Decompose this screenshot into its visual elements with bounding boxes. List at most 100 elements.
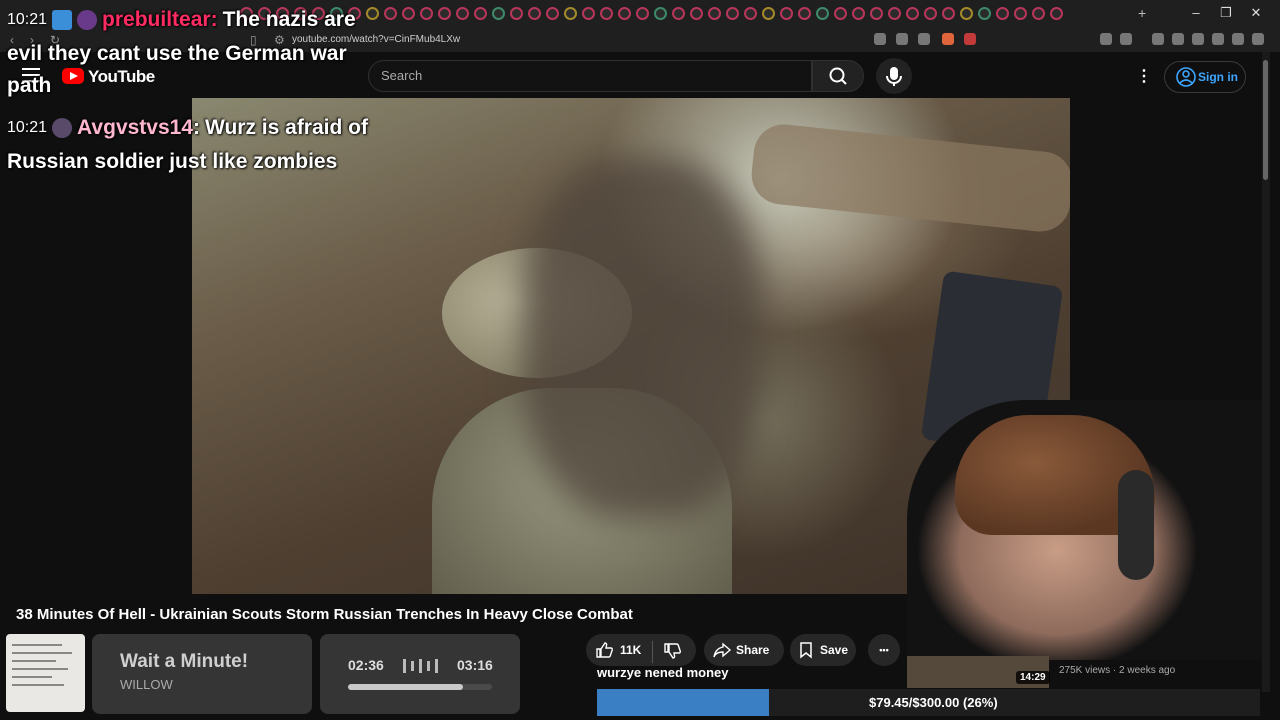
- total-time: 03:16: [457, 657, 493, 673]
- album-art-line: [12, 660, 56, 662]
- browser-tab-icon[interactable]: [600, 7, 613, 20]
- chat-message-1: 10:21 prebuiltear: The nazis are: [7, 8, 356, 32]
- elapsed-time: 02:36: [348, 657, 384, 673]
- chat-text: Wurz is afraid of: [205, 116, 368, 139]
- search-box[interactable]: [368, 60, 812, 92]
- browser-tab-icon[interactable]: [888, 7, 901, 20]
- cast-icon[interactable]: [874, 33, 886, 45]
- new-tab-button[interactable]: +: [1138, 5, 1146, 21]
- share-button[interactable]: Share: [704, 634, 784, 666]
- youtube-logo-text[interactable]: YouTube: [88, 67, 155, 87]
- equalizer-bar: [419, 659, 422, 673]
- chat-message-1-line3: path: [7, 74, 52, 97]
- browser-tab-icon[interactable]: [510, 7, 523, 20]
- chat-time: 10:21: [7, 119, 48, 136]
- close-window-button[interactable]: ✕: [1246, 5, 1266, 21]
- menu-icon[interactable]: [1252, 33, 1264, 45]
- browser-tab-icon[interactable]: [438, 7, 451, 20]
- chat-text: The nazis are: [222, 8, 356, 31]
- chat-message-1-line2: evil they cant use the German war: [7, 42, 347, 65]
- youtube-logo-icon[interactable]: [62, 68, 84, 84]
- browser-tab-icon[interactable]: [726, 7, 739, 20]
- rewards-icon[interactable]: [964, 33, 976, 45]
- browser-tab-icon[interactable]: [960, 7, 973, 20]
- brave-shield-icon[interactable]: [942, 33, 954, 45]
- now-playing-card: [92, 634, 312, 714]
- more-actions-button[interactable]: •••: [868, 634, 900, 666]
- settings-menu-icon[interactable]: ⋮: [1136, 66, 1152, 86]
- video-scene-blur: [522, 158, 762, 518]
- sidebar-icon[interactable]: [1172, 33, 1184, 45]
- chat-avatar-icon: [52, 118, 73, 138]
- music-icon[interactable]: [1152, 33, 1164, 45]
- browser-tab-icon[interactable]: [852, 7, 865, 20]
- save-label: Save: [820, 643, 849, 657]
- browser-tab-icon[interactable]: [366, 7, 379, 20]
- browser-tab-icon[interactable]: [762, 7, 775, 20]
- music-player-card: [320, 634, 520, 714]
- browser-tab-icon[interactable]: [636, 7, 649, 20]
- browser-tab-icon[interactable]: [618, 7, 631, 20]
- extensions-icon[interactable]: [1100, 33, 1112, 45]
- thumbs-up-icon: [596, 642, 613, 658]
- zoom-icon[interactable]: [896, 33, 908, 45]
- browser-tab-icon[interactable]: [708, 7, 721, 20]
- browser-tab-icon[interactable]: [996, 7, 1009, 20]
- wallet-icon[interactable]: [1120, 33, 1132, 45]
- browser-tab-icon[interactable]: [780, 7, 793, 20]
- browser-tab-icon[interactable]: [798, 7, 811, 20]
- browser-tab-icon[interactable]: [744, 7, 757, 20]
- browser-tab-icon[interactable]: [834, 7, 847, 20]
- browser-tab-icon[interactable]: [690, 7, 703, 20]
- chat-message-2: 10:21 Avgvstvs14: Wurz is afraid of: [7, 116, 368, 140]
- browser-tab-icon[interactable]: [528, 7, 541, 20]
- browser-tab-icon[interactable]: [1050, 7, 1063, 20]
- like-button[interactable]: [594, 640, 614, 665]
- account-icon: [1176, 67, 1196, 87]
- browser-tab-icon[interactable]: [672, 7, 685, 20]
- browser-tab-icon[interactable]: [456, 7, 469, 20]
- browser-tab-icon[interactable]: [492, 7, 505, 20]
- bookmark-save-icon: [800, 642, 812, 659]
- equalizer-bar: [427, 661, 430, 671]
- like-count[interactable]: 11K: [620, 643, 641, 657]
- browser-tab-icon[interactable]: [870, 7, 883, 20]
- search-button[interactable]: [812, 60, 864, 92]
- dislike-button[interactable]: [662, 641, 682, 666]
- minimize-button[interactable]: –: [1186, 5, 1206, 20]
- video-title: 38 Minutes Of Hell - Ukrainian Scouts St…: [16, 606, 633, 623]
- browser-tab-icon[interactable]: [654, 7, 667, 20]
- donation-goal-label: wurzye nened money: [597, 665, 729, 680]
- scrollbar-thumb[interactable]: [1263, 60, 1268, 180]
- window-icon[interactable]: [1192, 33, 1204, 45]
- browser-tab-icon[interactable]: [978, 7, 991, 20]
- microphone-icon: [886, 67, 902, 86]
- vpn-icon[interactable]: [1232, 33, 1244, 45]
- browser-tab-icon[interactable]: [1014, 7, 1027, 20]
- search-input[interactable]: Search: [381, 68, 422, 83]
- browser-tab-icon[interactable]: [564, 7, 577, 20]
- maximize-button[interactable]: ❐: [1216, 5, 1236, 21]
- save-button[interactable]: Save: [790, 634, 856, 666]
- browser-tab-icon[interactable]: [942, 7, 955, 20]
- chat-username: Avgvstvs14: [77, 116, 194, 139]
- leo-icon[interactable]: [1212, 33, 1224, 45]
- chat-time: 10:21: [7, 11, 48, 28]
- search-icon: [829, 67, 847, 85]
- browser-tab-icon[interactable]: [474, 7, 487, 20]
- voice-search-button[interactable]: [876, 58, 912, 94]
- browser-tab-icon[interactable]: [924, 7, 937, 20]
- sign-in-label[interactable]: Sign in: [1198, 70, 1238, 84]
- browser-tab-icon[interactable]: [1032, 7, 1045, 20]
- browser-tab-icon[interactable]: [546, 7, 559, 20]
- browser-tabs[interactable]: [240, 7, 1063, 20]
- browser-tab-icon[interactable]: [402, 7, 415, 20]
- share-page-icon[interactable]: [918, 33, 930, 45]
- thumbs-down-icon: [664, 643, 681, 659]
- browser-tab-icon[interactable]: [420, 7, 433, 20]
- browser-tab-icon[interactable]: [906, 7, 919, 20]
- browser-tab-icon[interactable]: [384, 7, 397, 20]
- browser-tab-icon[interactable]: [582, 7, 595, 20]
- share-label: Share: [736, 643, 770, 657]
- browser-tab-icon[interactable]: [816, 7, 829, 20]
